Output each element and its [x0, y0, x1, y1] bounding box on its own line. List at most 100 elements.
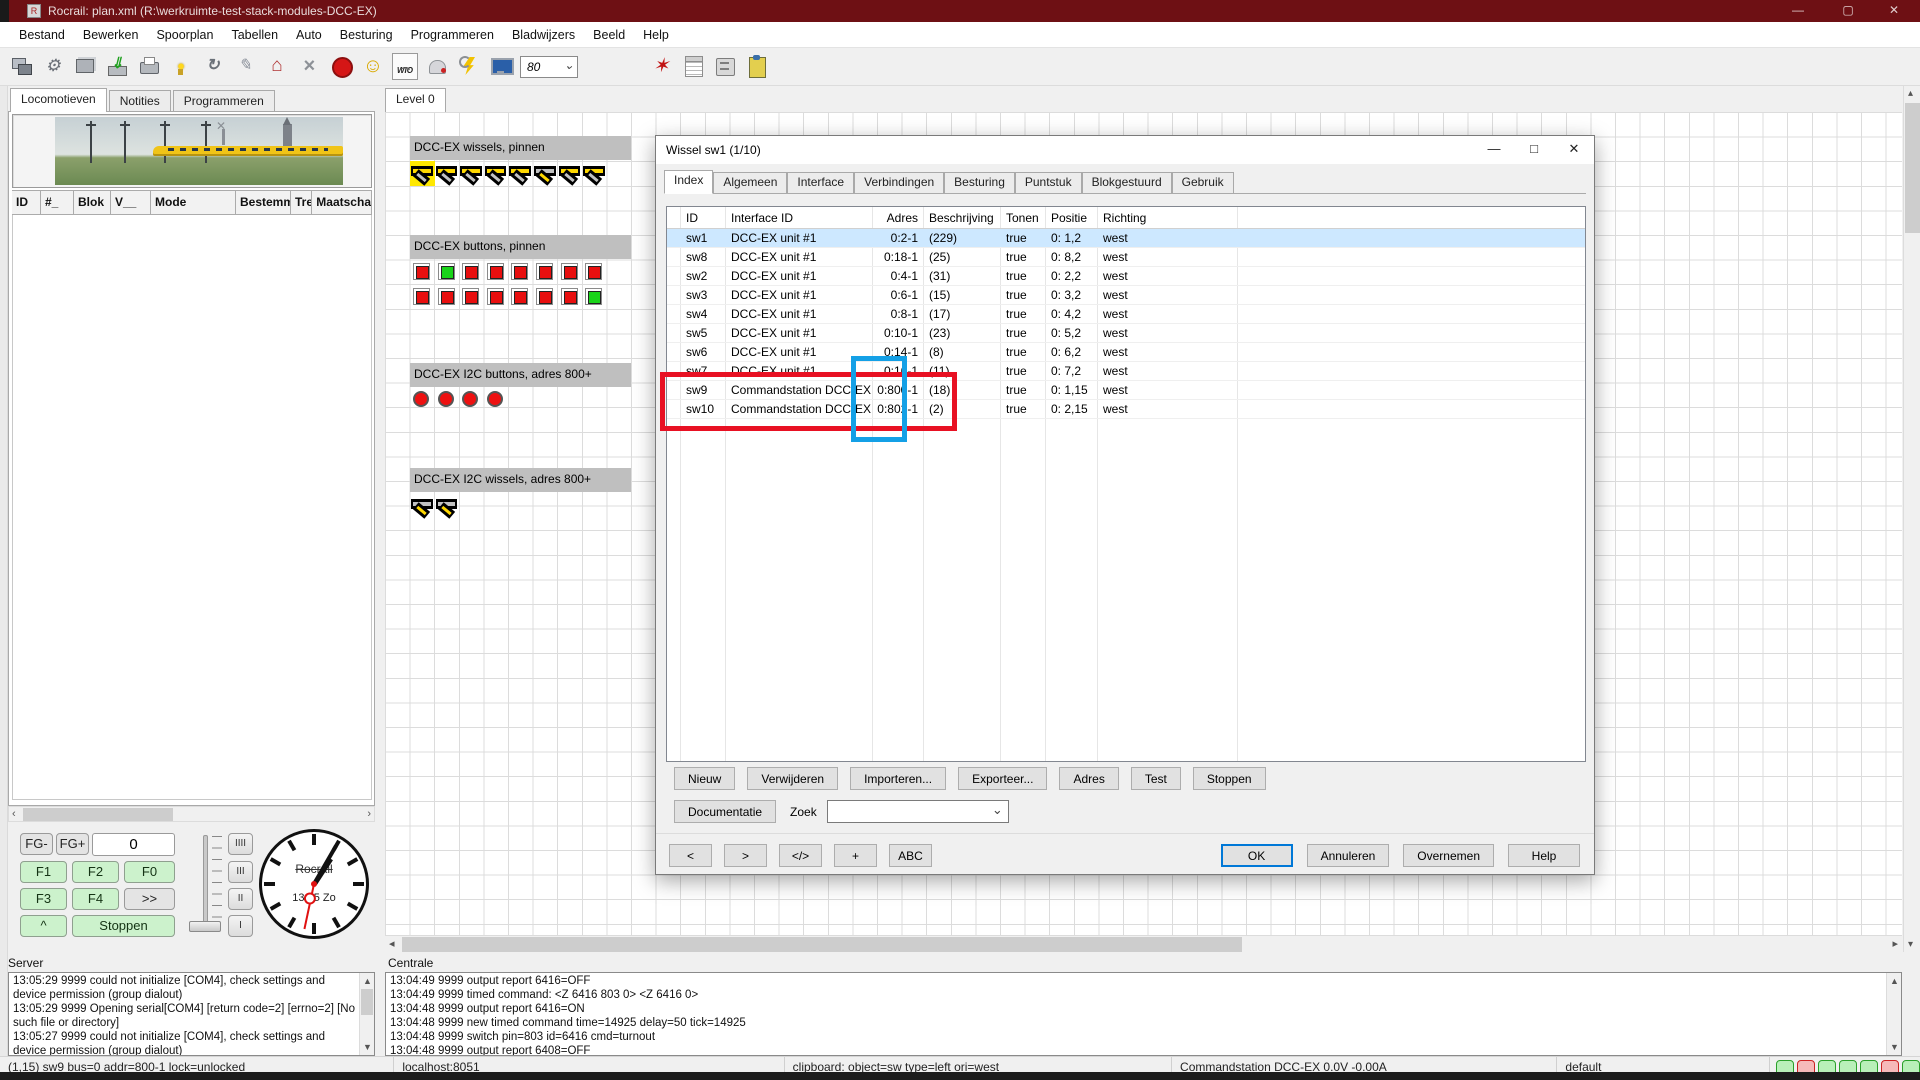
output-button[interactable] — [484, 260, 509, 285]
documentation-button[interactable]: Documentatie — [674, 800, 776, 823]
action-button[interactable]: Help — [1508, 844, 1580, 867]
open-workspace-icon[interactable] — [72, 53, 98, 80]
throttle-slider-track[interactable] — [203, 835, 208, 930]
scrollbar-thumb[interactable] — [23, 808, 173, 821]
zoom-in-icon[interactable] — [584, 53, 610, 80]
speed-step-1-button[interactable]: I — [228, 915, 253, 937]
table-row[interactable]: sw8 DCC-EX unit #1 0:18-1 (25) true 0: 8… — [667, 248, 1585, 267]
column-header[interactable]: Beschrijving — [923, 211, 1000, 225]
table-row[interactable]: sw6 DCC-EX unit #1 0:14-1 (8) true 0: 6,… — [667, 343, 1585, 362]
menu-item[interactable]: Bladwijzers — [503, 24, 584, 46]
dome-lamp-icon[interactable] — [424, 53, 450, 80]
dialog-button[interactable]: Test — [1131, 767, 1181, 790]
table-row[interactable]: sw3 DCC-EX unit #1 0:6-1 (15) true 0: 3,… — [667, 286, 1585, 305]
scroll-down-icon[interactable]: ▼ — [1890, 1040, 1899, 1054]
output-button[interactable] — [484, 285, 509, 310]
output-button[interactable] — [533, 285, 558, 310]
zoom-level-combo[interactable]: 80 — [520, 56, 578, 78]
output-button[interactable] — [459, 285, 484, 310]
nav-button[interactable]: > — [724, 844, 767, 867]
dialog-minimize-button[interactable]: — — [1474, 136, 1514, 164]
scroll-right-icon[interactable]: ▸ — [1892, 937, 1898, 950]
tab-level-0[interactable]: Level 0 — [385, 88, 446, 112]
home-icon[interactable] — [264, 53, 290, 80]
nav-button[interactable]: + — [834, 844, 877, 867]
menu-item[interactable]: Besturing — [331, 24, 402, 46]
plan-vertical-scrollbar[interactable]: ▴ ▾ — [1903, 86, 1920, 952]
turnout-symbol[interactable] — [435, 161, 460, 186]
dialog-button[interactable]: Nieuw — [674, 767, 735, 790]
left-horizontal-scrollbar[interactable]: ‹ › — [8, 806, 375, 822]
turnout-symbol[interactable] — [410, 161, 435, 186]
close-button[interactable]: ✕ — [1872, 0, 1916, 22]
action-button[interactable]: Annuleren — [1307, 844, 1390, 867]
column-header[interactable]: ID — [680, 211, 725, 225]
maximize-button[interactable]: ▢ — [1826, 0, 1870, 22]
dialog-button[interactable]: Verwijderen — [747, 767, 838, 790]
dialog-tab[interactable]: Algemeen — [713, 172, 787, 193]
dialog-button[interactable]: Exporteer... — [958, 767, 1047, 790]
scroll-down-icon[interactable]: ▾ — [1908, 939, 1913, 950]
output-button[interactable] — [582, 285, 607, 310]
menu-item[interactable]: Auto — [287, 24, 331, 46]
zoom-fit-icon[interactable] — [616, 53, 642, 80]
column-header[interactable]: Bestemming — [236, 190, 291, 215]
turnout-symbol[interactable] — [582, 161, 607, 186]
dialog-close-button[interactable]: ✕ — [1554, 136, 1594, 164]
menu-item[interactable]: Tabellen — [222, 24, 287, 46]
i2c-output-button[interactable] — [484, 388, 509, 413]
column-header[interactable]: Tonen — [1000, 211, 1045, 225]
dialog-tab[interactable]: Gebruik — [1172, 172, 1234, 193]
column-header[interactable]: Positie — [1045, 211, 1097, 225]
server-log-scrollbar[interactable]: ▲ ▼ — [359, 973, 374, 1055]
output-button[interactable] — [508, 285, 533, 310]
scroll-up-icon[interactable]: ▲ — [1890, 974, 1899, 988]
fg-plus-button[interactable]: FG+ — [56, 833, 89, 855]
index-cards-icon[interactable] — [712, 53, 738, 80]
table-row[interactable]: sw5 DCC-EX unit #1 0:10-1 (23) true 0: 5… — [667, 324, 1585, 343]
turnout-symbol[interactable] — [410, 494, 435, 519]
table-row[interactable]: sw4 DCC-EX unit #1 0:8-1 (17) true 0: 4,… — [667, 305, 1585, 324]
turnout-symbol[interactable] — [435, 494, 460, 519]
scroll-up-icon[interactable]: ▴ — [1908, 88, 1913, 99]
dialog-tab[interactable]: Interface — [787, 172, 854, 193]
wio-icon[interactable]: WIO — [392, 53, 418, 80]
rocrail-service-icon[interactable] — [40, 53, 66, 80]
table-row[interactable]: sw1 DCC-EX unit #1 0:2-1 (229) true 0: 1… — [667, 229, 1585, 248]
output-button[interactable] — [558, 260, 583, 285]
column-header[interactable]: Maatscha — [312, 190, 372, 215]
speed-step-4-button[interactable]: IIII — [228, 833, 253, 855]
display-icon[interactable] — [488, 53, 514, 80]
f3-button[interactable]: F3 — [20, 888, 67, 910]
dialog-tab[interactable]: Besturing — [944, 172, 1015, 193]
turnout-symbol[interactable] — [459, 161, 484, 186]
save-icon[interactable] — [104, 53, 130, 80]
emergency-stop-icon[interactable] — [328, 53, 354, 80]
scroll-up-icon[interactable]: ▲ — [363, 974, 372, 988]
dialog-title-bar[interactable]: Wissel sw1 (1/10) — □ ✕ — [656, 136, 1594, 164]
menu-item[interactable]: Spoorplan — [147, 24, 222, 46]
f0-button[interactable]: F0 — [124, 861, 175, 883]
scroll-left-icon[interactable]: ‹ — [12, 807, 16, 822]
minimize-button[interactable]: — — [1776, 0, 1820, 22]
dialog-tab[interactable]: Puntstuk — [1015, 172, 1082, 193]
i2c-output-button[interactable] — [435, 388, 460, 413]
i2c-output-button[interactable] — [410, 388, 435, 413]
f1-button[interactable]: F1 — [20, 861, 67, 883]
direction-button[interactable]: ^ — [20, 915, 67, 937]
action-button[interactable]: Overnemen — [1403, 844, 1494, 867]
left-tab[interactable]: Notities — [109, 90, 171, 112]
turnout-symbol[interactable] — [533, 161, 558, 186]
throttle-slider-handle[interactable] — [189, 921, 221, 932]
locomotive-table-body[interactable] — [12, 215, 372, 800]
output-button[interactable] — [410, 285, 435, 310]
menu-item[interactable]: Help — [634, 24, 678, 46]
speed-step-3-button[interactable]: III — [228, 861, 253, 883]
column-header[interactable]: V__ — [111, 190, 151, 215]
close-icon[interactable] — [296, 53, 322, 80]
output-button[interactable] — [582, 260, 607, 285]
output-button[interactable] — [558, 285, 583, 310]
dialog-button[interactable]: Adres — [1059, 767, 1118, 790]
output-button[interactable] — [459, 260, 484, 285]
column-header[interactable]: Treinstel — [291, 190, 312, 215]
